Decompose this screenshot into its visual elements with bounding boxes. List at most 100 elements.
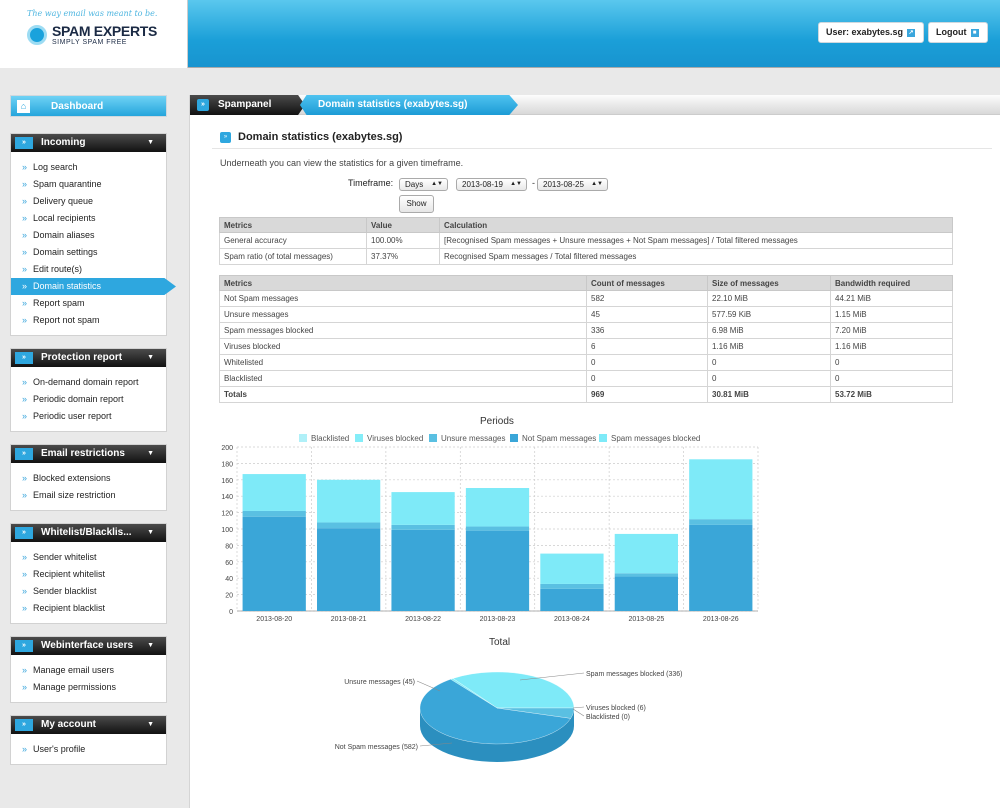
bar-segment: [317, 479, 381, 523]
main-content: » Spampanel Domain statistics (exabytes.s…: [189, 95, 1000, 808]
sidebar-item[interactable]: Spam quarantine: [11, 176, 166, 193]
caret-down-icon: ▼: [147, 529, 154, 536]
sidebar-section: » Email restrictions ▼ Blocked extensionsEm…: [10, 444, 167, 511]
sidebar-item[interactable]: Edit route(s): [11, 261, 166, 278]
bar-segment: [465, 488, 530, 527]
pie-label: Unsure messages (45): [344, 679, 415, 686]
sidebar-section: »Whitelist/Blacklis...▼Sender whitelistR…: [10, 523, 167, 624]
bar-segment: [317, 528, 381, 611]
bar-segment: [465, 530, 530, 611]
y-tick-label: 80: [225, 543, 233, 550]
sidebar-section: » My account ▼ User's profile: [10, 715, 167, 765]
pie-label-line: [572, 708, 585, 717]
bar-segment: [540, 588, 604, 611]
sidebar-section: » Webinterface users ▼ Manage email usersMa…: [10, 636, 167, 703]
sidebar-item[interactable]: Recipient blacklist: [11, 600, 166, 617]
sidebar-section-title: Protection report: [41, 352, 123, 363]
sidebar-item[interactable]: Sender whitelist: [11, 549, 166, 566]
sidebar-item[interactable]: Report not spam: [11, 312, 166, 329]
y-tick-label: 0: [229, 609, 233, 616]
bar-segment: [465, 526, 530, 531]
sidebar-item[interactable]: Email size restriction: [11, 487, 166, 504]
sidebar-item[interactable]: User's profile: [11, 741, 166, 758]
sidebar-section-header[interactable]: » Whitelist/Blacklis... ▼: [11, 524, 166, 542]
x-tick-label: 2013-08-22: [405, 616, 441, 623]
logo[interactable]: The way email was meant to be. SPAM EXPE…: [0, 0, 188, 68]
logo-tagline: The way email was meant to be.: [27, 9, 158, 18]
pie-label-line: [572, 706, 585, 709]
bar-segment: [242, 516, 306, 611]
bar-segment: [540, 583, 604, 589]
legend-label: Unsure messages: [441, 434, 505, 443]
logout-icon: ■: [970, 28, 979, 37]
sidebar-item[interactable]: Log search: [11, 159, 166, 176]
bar-segment: [540, 553, 604, 584]
caret-down-icon: ▼: [147, 642, 154, 649]
sidebar-section-header[interactable]: » My account ▼: [11, 716, 166, 734]
caret-down-icon: ▼: [147, 354, 154, 361]
logo-mark-icon: [27, 25, 47, 45]
double-chevron-icon: »: [15, 640, 33, 652]
bar-segment: [391, 524, 455, 530]
external-link-icon: ↗: [907, 28, 916, 37]
legend-label: Not Spam messages: [522, 434, 596, 443]
y-tick-label: 140: [221, 494, 233, 501]
sidebar-item[interactable]: Sender blacklist: [11, 583, 166, 600]
sidebar-item[interactable]: Periodic domain report: [11, 391, 166, 408]
sidebar-section-header[interactable]: » Incoming ▼: [11, 134, 166, 152]
bar-segment: [391, 529, 455, 611]
sidebar-item[interactable]: Domain aliases: [11, 227, 166, 244]
sidebar-section-title: Webinterface users: [41, 640, 134, 651]
home-icon: ⌂: [17, 100, 30, 113]
x-tick-label: 2013-08-21: [331, 616, 367, 623]
logout-button[interactable]: Logout ■: [928, 22, 988, 43]
legend-swatch: [599, 434, 607, 442]
legend-swatch: [429, 434, 437, 442]
bar-segment: [614, 533, 678, 574]
sidebar-item[interactable]: Manage permissions: [11, 679, 166, 696]
logo-title: SPAM EXPERTS: [52, 23, 158, 39]
legend-label: Spam messages blocked: [611, 434, 700, 443]
logo-subtitle: SIMPLY SPAM FREE: [52, 39, 127, 46]
logout-label: Logout: [936, 27, 967, 37]
y-tick-label: 120: [221, 511, 233, 518]
sidebar-item[interactable]: Delivery queue: [11, 193, 166, 210]
sidebar-item[interactable]: Domain settings: [11, 244, 166, 261]
double-chevron-icon: »: [15, 527, 33, 539]
dashboard-label: Dashboard: [51, 101, 104, 112]
y-tick-label: 40: [225, 576, 233, 583]
user-button[interactable]: User: exabytes.sg ↗: [818, 22, 924, 43]
sidebar-item[interactable]: Manage email users: [11, 662, 166, 679]
bar-segment: [317, 522, 381, 529]
sidebar: ⌂ Dashboard » Incoming ▼ Log searchSpam quar…: [10, 95, 176, 777]
y-tick-label: 20: [225, 593, 233, 600]
sidebar-item[interactable]: Report spam: [11, 295, 166, 312]
x-tick-label: 2013-08-26: [703, 616, 739, 623]
legend-swatch: [510, 434, 518, 442]
pie-label: Blacklisted (0): [586, 714, 630, 721]
sidebar-item[interactable]: Recipient whitelist: [11, 566, 166, 583]
sidebar-section-header[interactable]: » Webinterface users ▼: [11, 637, 166, 655]
caret-down-icon: ▼: [147, 450, 154, 457]
y-tick-label: 160: [221, 478, 233, 485]
sidebar-item[interactable]: On-demand domain report: [11, 374, 166, 391]
double-chevron-icon: »: [15, 719, 33, 731]
bar-segment: [689, 524, 753, 611]
bar-segment: [391, 492, 455, 525]
bar-segment: [614, 576, 678, 611]
y-tick-label: 180: [221, 461, 233, 468]
y-tick-label: 60: [225, 560, 233, 567]
sidebar-item[interactable]: Local recipients: [11, 210, 166, 227]
sidebar-section-header[interactable]: » Email restrictions ▼: [11, 445, 166, 463]
sidebar-section-header[interactable]: » Protection report ▼: [11, 349, 166, 367]
bar-segment: [614, 573, 678, 577]
legend-label: Blacklisted: [311, 434, 349, 443]
dashboard-link[interactable]: ⌂ Dashboard: [10, 95, 167, 117]
sidebar-item[interactable]: Periodic user report: [11, 408, 166, 425]
sidebar-section-title: Email restrictions: [41, 448, 125, 459]
bar-segment: [689, 519, 753, 525]
x-tick-label: 2013-08-25: [628, 616, 664, 623]
sidebar-item[interactable]: Blocked extensions: [11, 470, 166, 487]
bar-segment: [242, 510, 306, 517]
sidebar-item[interactable]: Domain statistics: [11, 278, 176, 295]
